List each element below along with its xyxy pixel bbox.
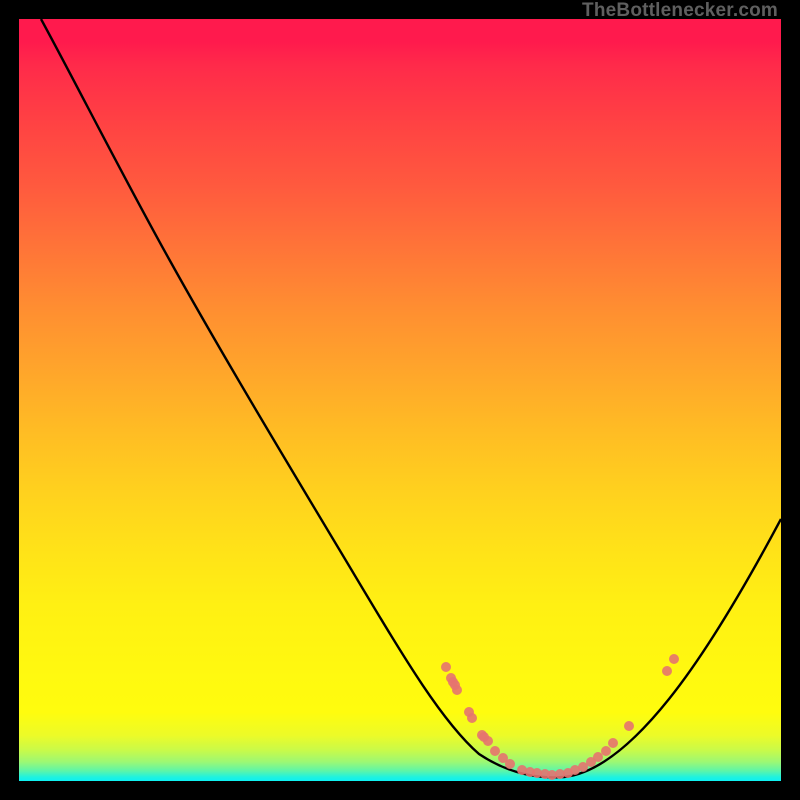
highlight-points-group [441, 654, 679, 780]
data-point [624, 721, 634, 731]
bottleneck-curve-line [41, 19, 781, 777]
data-point [601, 746, 611, 756]
data-point [608, 738, 618, 748]
data-point [441, 662, 451, 672]
data-point [483, 736, 493, 746]
data-point [505, 759, 515, 769]
chart-plot-area [19, 19, 781, 781]
data-point [593, 752, 603, 762]
data-point [490, 746, 500, 756]
data-point [467, 713, 477, 723]
data-point [669, 654, 679, 664]
data-point [452, 685, 462, 695]
attribution-label: TheBottlenecker.com [582, 0, 778, 22]
chart-svg [19, 19, 781, 781]
data-point [662, 666, 672, 676]
